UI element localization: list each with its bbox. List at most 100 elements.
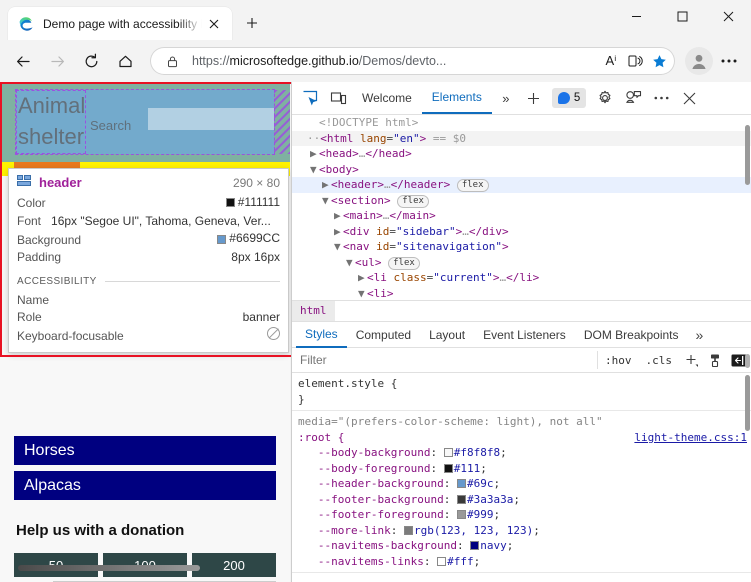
more-panels-icon[interactable]: » bbox=[493, 85, 519, 111]
dom-tree[interactable]: <!DOCTYPE html> ··<html lang="en"> == $0 ▶… bbox=[292, 115, 751, 300]
media-query-text: media="(prefers-color-scheme: light), no… bbox=[298, 415, 603, 428]
css-rules-pane[interactable]: element.style {} media="(prefers-color-sc… bbox=[292, 373, 751, 582]
dom-node[interactable]: ▶ <li class="current">…</li> bbox=[292, 270, 751, 286]
browser-more-button[interactable] bbox=[715, 47, 743, 75]
breadcrumb: html bbox=[292, 300, 751, 321]
color-swatch[interactable] bbox=[437, 556, 447, 566]
paint-bucket-icon[interactable] bbox=[703, 349, 727, 371]
gear-icon[interactable] bbox=[592, 85, 618, 111]
hov-toggle[interactable]: :hov bbox=[598, 354, 639, 367]
tab-close-icon[interactable] bbox=[202, 12, 226, 36]
tab-computed[interactable]: Computed bbox=[347, 322, 420, 348]
dom-node[interactable]: ▼ <body> bbox=[292, 162, 751, 178]
tab-dom-breakpoints[interactable]: DOM Breakpoints bbox=[575, 322, 688, 348]
color-swatch bbox=[225, 198, 235, 208]
styles-more-tabs-icon[interactable]: » bbox=[688, 327, 712, 343]
dom-node[interactable]: ▶ <head>…</head> bbox=[292, 146, 751, 162]
tab-welcome[interactable]: Welcome bbox=[352, 82, 422, 114]
new-style-rule-button[interactable] bbox=[679, 349, 703, 371]
search-input[interactable] bbox=[148, 108, 274, 130]
color-swatch[interactable] bbox=[443, 448, 453, 457]
disclosure-triangle-icon[interactable]: ▶ bbox=[358, 270, 367, 286]
color-swatch[interactable] bbox=[403, 525, 413, 535]
profile-avatar[interactable] bbox=[685, 47, 713, 75]
home-button[interactable] bbox=[110, 46, 140, 76]
disclosure-triangle-icon[interactable]: ▶ bbox=[334, 224, 343, 240]
disclosure-triangle-icon[interactable]: ▶ bbox=[310, 146, 319, 162]
tooltip-key: Padding bbox=[17, 250, 62, 264]
dom-tree-scrollbar[interactable] bbox=[745, 125, 750, 185]
disclosure-triangle-icon[interactable]: ▶ bbox=[322, 177, 331, 193]
color-swatch[interactable] bbox=[456, 510, 466, 519]
minimize-button[interactable] bbox=[613, 0, 659, 32]
dom-node[interactable]: <!DOCTYPE html> bbox=[292, 115, 751, 131]
tab-event-listeners[interactable]: Event Listeners bbox=[474, 322, 575, 348]
disclosure-triangle-icon[interactable]: ▼ bbox=[358, 286, 367, 301]
immersive-reader-icon[interactable] bbox=[623, 49, 647, 73]
inspect-element-icon[interactable] bbox=[297, 85, 323, 111]
address-bar[interactable]: https://microsoftedge.github.io/Demos/de… bbox=[150, 47, 675, 75]
color-swatch[interactable] bbox=[470, 541, 480, 550]
css-rule-root[interactable]: media="(prefers-color-scheme: light), no… bbox=[292, 411, 751, 573]
accessibility-label: ACCESSIBILITY bbox=[17, 275, 97, 287]
dom-node[interactable]: ▼ <ul> flex bbox=[292, 255, 751, 271]
dom-node[interactable]: ▼ <section> flex bbox=[292, 193, 751, 209]
css-declaration[interactable]: --navitems-background: navy; bbox=[298, 538, 751, 554]
maximize-button[interactable] bbox=[659, 0, 705, 32]
breadcrumb-item-html[interactable]: html bbox=[292, 301, 335, 321]
tab-styles[interactable]: Styles bbox=[296, 322, 347, 348]
css-declaration[interactable]: --body-background: #f8f8f8; bbox=[298, 445, 751, 461]
add-panel-button[interactable] bbox=[521, 85, 547, 111]
css-declaration[interactable]: --navitems-links: #fff; bbox=[298, 554, 751, 570]
filter-bar-scrollbar[interactable] bbox=[745, 354, 750, 368]
css-declaration[interactable]: --header-background: #69c; bbox=[298, 476, 751, 492]
cls-toggle[interactable]: .cls bbox=[639, 354, 680, 367]
disclosure-triangle-icon[interactable]: ▼ bbox=[334, 239, 343, 255]
color-swatch[interactable] bbox=[456, 494, 466, 504]
color-swatch[interactable] bbox=[456, 479, 466, 488]
dom-node[interactable]: ▼ <li> bbox=[292, 286, 751, 301]
css-pane-scrollbar[interactable] bbox=[745, 375, 750, 431]
close-window-button[interactable] bbox=[705, 0, 751, 32]
disclosure-triangle-icon[interactable]: ▶ bbox=[334, 208, 343, 224]
devtools-toolbar: Welcome Elements » 5 bbox=[292, 82, 751, 115]
new-tab-button[interactable] bbox=[238, 9, 266, 37]
favorite-star-icon[interactable] bbox=[647, 49, 671, 73]
tab-layout[interactable]: Layout bbox=[420, 322, 474, 348]
issues-badge[interactable]: 5 bbox=[551, 88, 587, 108]
horizontal-scrollbar[interactable] bbox=[18, 565, 200, 571]
inspect-tooltip: header 290 × 80 Color #111111 Font 16px … bbox=[8, 168, 289, 353]
disclosure-triangle-icon[interactable]: ▼ bbox=[346, 255, 355, 271]
css-declaration[interactable]: --footer-foreground: #999; bbox=[298, 507, 751, 523]
feedback-icon[interactable] bbox=[620, 85, 646, 111]
read-aloud-icon[interactable]: Aⁱ bbox=[599, 49, 623, 73]
donate-amount-200[interactable]: 200 bbox=[192, 553, 276, 577]
devtools-close-icon[interactable] bbox=[676, 85, 702, 111]
filter-input[interactable] bbox=[292, 348, 597, 372]
lock-icon bbox=[160, 49, 184, 73]
tab-elements[interactable]: Elements bbox=[421, 82, 492, 114]
disclosure-triangle-icon[interactable]: ▼ bbox=[310, 162, 319, 178]
device-emulation-icon[interactable] bbox=[325, 85, 351, 111]
stylesheet-source-link[interactable]: light-theme.css:1 bbox=[634, 430, 751, 446]
css-declaration[interactable]: --footer-background: #3a3a3a; bbox=[298, 492, 751, 508]
dom-node[interactable]: ▼ <nav id="sitenavigation"> bbox=[292, 239, 751, 255]
css-declaration[interactable]: --body-foreground: #111; bbox=[298, 461, 751, 477]
css-declaration[interactable]: --more-link: rgb(123, 123, 123); bbox=[298, 523, 751, 539]
nav-item-horses[interactable]: Horses bbox=[14, 436, 276, 465]
nav-item-alpacas[interactable]: Alpacas bbox=[14, 471, 276, 500]
tooltip-row-padding: Padding 8px 16px bbox=[17, 249, 280, 267]
dom-node[interactable]: ▶ <header>…</header> flex bbox=[292, 177, 751, 193]
dom-node[interactable]: ··<html lang="en"> == $0 bbox=[292, 130, 751, 146]
issues-icon bbox=[557, 92, 570, 104]
dom-node[interactable]: ▶ <main>…</main> bbox=[292, 208, 751, 224]
disclosure-triangle-icon[interactable]: ▼ bbox=[322, 193, 331, 209]
reload-button[interactable] bbox=[76, 46, 106, 76]
back-button[interactable] bbox=[8, 46, 38, 76]
browser-tab[interactable]: Demo page with accessibility issu bbox=[8, 7, 232, 40]
forward-button[interactable] bbox=[42, 46, 72, 76]
devtools-more-icon[interactable] bbox=[648, 85, 674, 111]
css-rule-element-style[interactable]: element.style {} bbox=[292, 373, 751, 411]
dom-node[interactable]: ▶ <div id="sidebar">…</div> bbox=[292, 224, 751, 240]
color-swatch[interactable] bbox=[443, 463, 453, 473]
